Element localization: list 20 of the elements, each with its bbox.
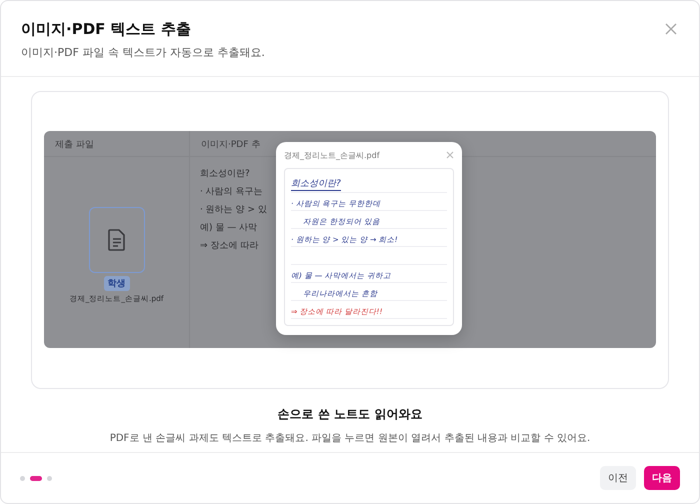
handwritten-line: 희소성이란?	[291, 177, 341, 191]
column-header: 제출 파일	[44, 131, 190, 156]
extracted-text-line: · 원하는 양 > 있	[200, 204, 267, 217]
close-icon[interactable]	[446, 151, 454, 159]
column-header: 이미지·PDF 추	[201, 140, 260, 150]
previous-button[interactable]: 이전	[600, 466, 636, 490]
dialog-title: 이미지·PDF 텍스트 추출	[21, 20, 192, 39]
file-thumbnail[interactable]	[88, 207, 144, 273]
extracted-text-line: ⇒ 장소에 따라	[200, 240, 258, 253]
extracted-text-line: 예) 물 — 사막	[200, 222, 258, 235]
caption-title: 손으로 쓴 노트도 읽어와요	[278, 406, 422, 423]
caption-text: PDF로 낸 손글씨 과제도 텍스트로 추출돼요. 파일을 누르면 원본이 열려서 추출된 내용과 비교할 수 있어요.	[110, 432, 590, 445]
next-button[interactable]: 다음	[644, 466, 680, 490]
popup-title: 경제_정리노트_손글씨.pdf	[284, 150, 380, 160]
extracted-text-line: 희소성이란?	[200, 168, 250, 181]
close-icon[interactable]	[665, 23, 679, 37]
extracted-text-line: · 사람의 욕구는	[200, 186, 263, 199]
document-icon	[108, 229, 126, 251]
dialog-subtitle: 이미지·PDF 파일 속 텍스트가 자동으로 추출돼요.	[21, 45, 265, 60]
student-badge: 학생	[104, 276, 130, 291]
